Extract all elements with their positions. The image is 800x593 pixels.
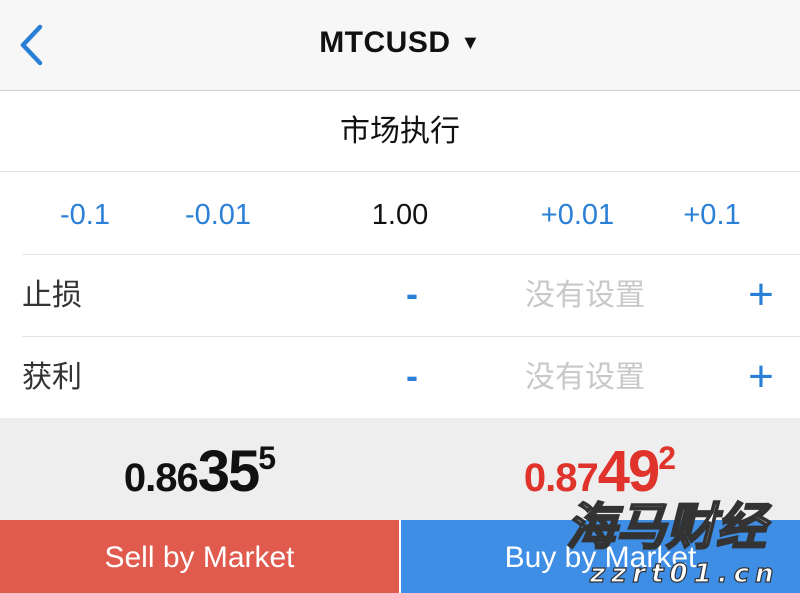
navigation-bar: MTCUSD ▼ — [0, 0, 800, 91]
take-profit-value[interactable]: 没有设置 — [490, 337, 680, 419]
caret-down-icon: ▼ — [460, 32, 481, 54]
stop-loss-label: 止损 — [22, 279, 82, 312]
volume-decrease-0.01-button[interactable]: -0.01 — [168, 173, 268, 255]
volume-decrease-0.1-button[interactable]: -0.1 — [45, 173, 125, 255]
ask-price-prefix: 0.87 — [523, 456, 599, 500]
order-mode-label: 市场执行 — [340, 115, 460, 148]
sell-by-market-button[interactable]: Sell by Market — [0, 520, 399, 593]
volume-row: -0.1 -0.01 1.00 +0.01 +0.1 — [0, 173, 800, 255]
volume-increase-0.1-button[interactable]: +0.1 — [668, 173, 756, 255]
bid-price-prefix: 0.86 — [123, 456, 199, 500]
action-buttons: Sell by Market Buy by Market — [0, 520, 800, 593]
volume-increase-0.01-button[interactable]: +0.01 — [525, 173, 630, 255]
ask-price: 0.87492 — [400, 438, 800, 505]
take-profit-label: 获利 — [22, 361, 82, 394]
order-mode-selector[interactable]: 市场执行 — [0, 92, 800, 172]
stop-loss-row: 止损 - 没有设置 + — [0, 255, 800, 336]
bid-price: 0.86355 — [0, 438, 400, 505]
buy-by-market-button[interactable]: Buy by Market — [401, 520, 800, 593]
take-profit-plus-button[interactable]: + — [736, 337, 786, 417]
stop-loss-minus-button[interactable]: - — [392, 255, 432, 333]
symbol-title: MTCUSD — [319, 26, 451, 59]
ask-price-big: 49 — [597, 439, 660, 504]
symbol-selector[interactable]: MTCUSD ▼ — [0, 26, 800, 60]
take-profit-row: 获利 - 没有设置 + — [0, 337, 800, 418]
volume-value[interactable]: 1.00 — [340, 173, 460, 255]
take-profit-minus-button[interactable]: - — [392, 337, 432, 415]
stop-loss-value[interactable]: 没有设置 — [490, 255, 680, 337]
ask-price-sup: 2 — [658, 440, 677, 476]
stop-loss-plus-button[interactable]: + — [736, 255, 786, 335]
bid-price-sup: 5 — [258, 440, 277, 476]
bid-price-big: 35 — [197, 439, 260, 504]
price-panel: 0.86355 0.87492 — [0, 418, 800, 520]
